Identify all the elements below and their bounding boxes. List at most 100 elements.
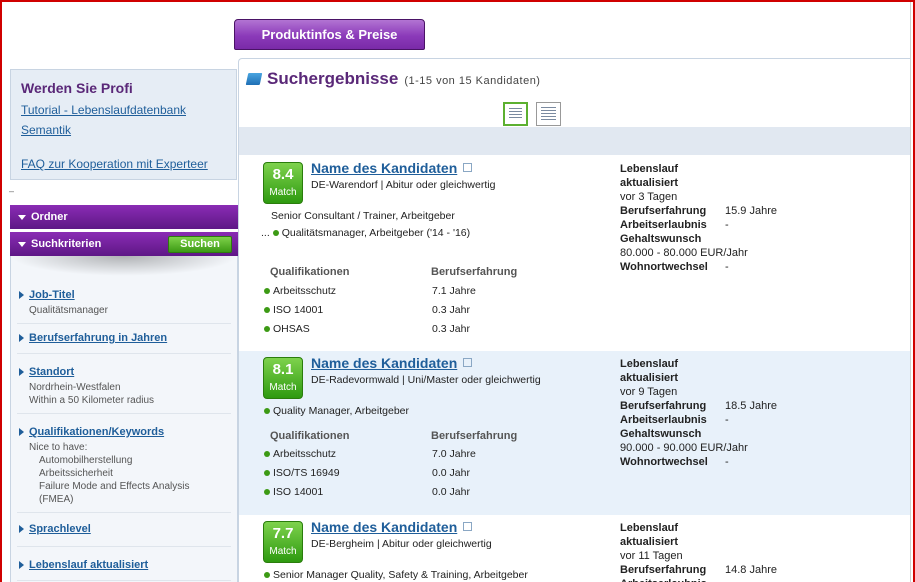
criterion-value: Qualitätsmanager [29, 305, 108, 316]
qual-row: ISO/TS 16949 [264, 467, 340, 479]
criteria-label: Suchkriterien [31, 238, 102, 250]
salary-value: 80.000 - 80.000 EUR/Jahr [620, 247, 748, 259]
criterion-value: Nordrhein-Westfalen [29, 382, 121, 393]
match-score: 8.1 Match [263, 357, 303, 399]
candidate-name-link[interactable]: Name des Kandidaten [311, 519, 473, 535]
criterion-language[interactable]: Sprachlevel [17, 513, 231, 547]
criterion-location[interactable]: Standort Nordrhein-Westfalen Within a 50… [17, 354, 231, 414]
qual-years: 0.0 Jahr [432, 486, 470, 498]
separator-dash: – [9, 186, 15, 196]
qual-row: Arbeitsschutz [264, 285, 336, 297]
results-panel: Suchergebnisse (1-15 von 15 Kandidaten) … [238, 58, 910, 582]
qual-years: 7.1 Jahre [432, 285, 476, 297]
relocation-value: - [725, 261, 729, 273]
arrow-right-icon [19, 525, 24, 533]
relocation-label: Wohnortwechsel [620, 261, 708, 273]
qual-header: Qualifikationen [270, 266, 350, 278]
qual-years: 0.3 Jahr [432, 323, 470, 335]
view-toggle [503, 102, 561, 126]
experience-label: Berufserfahrung [620, 564, 707, 576]
compact-view-icon[interactable] [536, 102, 561, 126]
permit-value: - [725, 414, 729, 426]
cv-updated-value: vor 11 Tagen [620, 550, 683, 562]
experience-value: 15.9 Jahre [725, 205, 777, 217]
candidate-details: Lebenslauf aktualisiert vor 11 Tagen Ber… [620, 521, 800, 582]
criterion-value: Within a 50 Kilometer radius [29, 395, 155, 406]
permit-label: Arbeitserlaubnis [620, 219, 707, 231]
criteria-list: Job-Titel Qualitätsmanager Berufserfahru… [17, 277, 231, 581]
tutorial-link[interactable]: Tutorial - Lebenslaufdatenbank [21, 100, 226, 120]
profi-box: Werden Sie Profi Tutorial - Lebenslaufda… [10, 69, 237, 180]
qual-header: Qualifikationen [270, 430, 350, 442]
header-strip [239, 127, 910, 155]
candidate-location: DE-Bergheim | Abitur oder gleichwertig [311, 538, 492, 550]
qual-years: 0.3 Jahr [432, 304, 470, 316]
green-dot-icon [264, 288, 270, 295]
experience-value: 14.8 Jahre [725, 564, 777, 576]
permit-label: Arbeitserlaubnis [620, 414, 707, 426]
faq-link[interactable]: FAQ zur Kooperation mit Experteer [21, 154, 226, 174]
exp-header: Berufserfahrung [431, 266, 518, 278]
qual-row: ISO 14001 [264, 486, 323, 498]
criterion-title[interactable]: Job-Titel [29, 287, 231, 304]
permit-value: - [725, 219, 729, 231]
external-link-icon [463, 163, 473, 172]
criterion-title[interactable]: Lebenslauf aktualisiert [29, 557, 231, 574]
cv-updated-value: vor 3 Tagen [620, 191, 678, 203]
arrow-right-icon [19, 368, 24, 376]
permit-label: Arbeitserlaubnis [620, 577, 725, 582]
search-button[interactable]: Suchen [168, 236, 232, 253]
job-entry: Senior Manager Quality, Safety & Trainin… [264, 569, 528, 581]
criteria-bar[interactable]: Suchkriterien Suchen [10, 232, 238, 256]
score-value: 8.4 [272, 166, 294, 183]
criterion-value: (FMEA) [39, 494, 74, 505]
list-view-icon[interactable] [503, 102, 528, 126]
score-value: 8.1 [272, 361, 294, 378]
criterion-title[interactable]: Berufserfahrung in Jahren [29, 330, 231, 347]
candidate-card[interactable]: 7.7 Match Name des Kandidaten DE-Berghei… [239, 515, 910, 582]
criterion-title[interactable]: Sprachlevel [29, 521, 231, 538]
folder-label: Ordner [31, 211, 68, 223]
cv-updated-value: vor 9 Tagen [620, 386, 678, 398]
green-dot-icon [264, 572, 270, 579]
qual-row: Arbeitsschutz [264, 448, 336, 460]
candidate-name-link[interactable]: Name des Kandidaten [311, 160, 473, 176]
criterion-experience[interactable]: Berufserfahrung in Jahren [17, 324, 231, 354]
arrow-right-icon [19, 334, 24, 342]
folder-icon [245, 73, 263, 85]
scroll-divider [910, 0, 911, 582]
score-label: Match [269, 382, 297, 393]
qual-row: ISO 14001 [264, 304, 323, 316]
criterion-title[interactable]: Qualifikationen/Keywords [29, 424, 231, 441]
candidate-location: DE-Radevormwald | Uni/Master oder gleich… [311, 374, 541, 386]
criterion-title[interactable]: Standort [29, 364, 231, 381]
job-entry: ... Qualitätsmanager, Arbeitgeber ('14 -… [261, 227, 471, 239]
folder-bar[interactable]: Ordner [10, 205, 238, 229]
qual-years: 0.0 Jahr [432, 467, 470, 479]
candidate-details: Lebenslauf aktualisiert vor 9 Tagen Beru… [620, 357, 800, 469]
criterion-cv-updated[interactable]: Lebenslauf aktualisiert [17, 547, 231, 581]
qual-row: OHSAS [264, 323, 310, 335]
candidate-name-link[interactable]: Name des Kandidaten [311, 355, 473, 371]
criterion-value: Failure Mode and Effects Analysis [39, 481, 190, 492]
match-score: 7.7 Match [263, 521, 303, 563]
experience-value: 18.5 Jahre [725, 400, 777, 412]
arrow-right-icon [19, 428, 24, 436]
green-dot-icon [272, 230, 279, 237]
salary-label: Gehaltswunsch [620, 233, 702, 245]
cv-updated-label: Lebenslauf aktualisiert [620, 358, 679, 384]
candidate-location: DE-Warendorf | Abitur oder gleichwertig [311, 179, 496, 191]
qual-years: 7.0 Jahre [432, 448, 476, 460]
results-header: Suchergebnisse (1-15 von 15 Kandidaten) [245, 69, 540, 91]
arrow-right-icon [19, 561, 24, 569]
criterion-job-title[interactable]: Job-Titel Qualitätsmanager [17, 277, 231, 324]
candidate-card[interactable]: 8.1 Match Name des Kandidaten DE-Radevor… [239, 351, 910, 515]
experience-label: Berufserfahrung [620, 205, 707, 217]
criterion-keywords[interactable]: Qualifikationen/Keywords Nice to have: A… [17, 414, 231, 513]
product-info-tab[interactable]: Produktinfos & Preise [234, 19, 425, 50]
green-dot-icon [264, 326, 270, 333]
green-dot-icon [264, 470, 270, 477]
candidate-card[interactable]: 8.4 Match Name des Kandidaten DE-Warendo… [239, 155, 910, 351]
semantik-link[interactable]: Semantik [21, 120, 226, 140]
score-value: 7.7 [272, 525, 294, 542]
